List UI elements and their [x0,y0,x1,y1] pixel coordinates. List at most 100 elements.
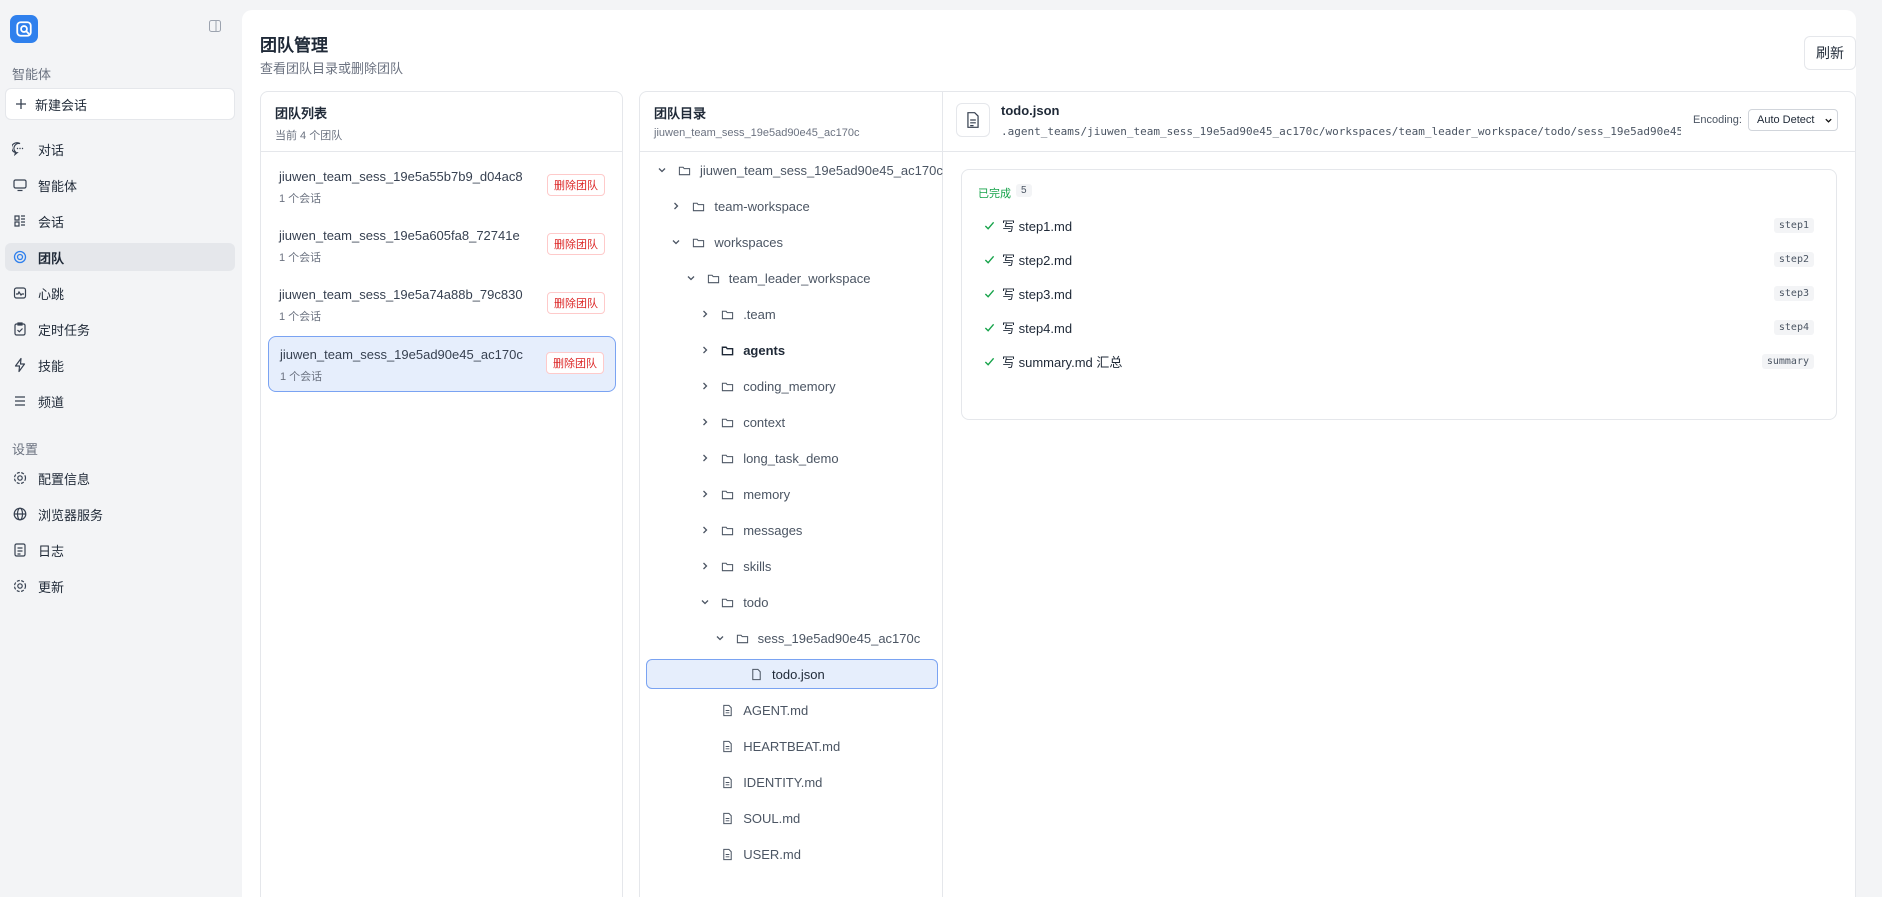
todo-item: 写 step4.md step4 [984,317,1814,337]
file-path: .agent_teams/jiuwen_team_sess_19e5ad90e4… [1001,125,1681,138]
tree-folder[interactable]: .team [646,299,938,329]
nav-item-update[interactable]: 更新 [5,572,235,600]
chevron-right-icon[interactable] [700,453,710,463]
tree-folder[interactable]: skills [646,551,938,581]
chevron-right-icon[interactable] [700,489,710,499]
nav-item-team[interactable]: 团队 [5,243,235,271]
nav-item-logs[interactable]: 日志 [5,536,235,564]
chevron-right-icon[interactable] [700,309,710,319]
folder-icon [678,166,691,175]
chevron-right-icon[interactable] [700,381,710,391]
team-item-selected[interactable]: jiuwen_team_sess_19e5ad90e45_ac170c 1 个会… [268,336,616,392]
tree-folder[interactable]: sess_19e5ad90e45_ac170c [646,623,938,653]
file-name: todo.json [1001,103,1060,118]
tree-label: workspaces [714,234,784,250]
nav-label: 心跳 [38,286,65,302]
tree-folder[interactable]: long_task_demo [646,443,938,473]
tree-file[interactable]: USER.md [646,839,938,869]
folder-icon [722,562,734,571]
tree-folder[interactable]: agents [646,335,938,365]
tree-folder[interactable]: coding_memory [646,371,938,401]
tree-folder[interactable]: workspaces [646,227,938,257]
tree-file[interactable]: SOUL.md [646,803,938,833]
tree-label: IDENTITY.md [743,774,823,790]
delete-team-button[interactable]: 删除团队 [547,292,605,314]
nav-item-channels[interactable]: 频道 [5,387,235,415]
chevron-right-icon[interactable] [700,417,710,427]
directory-title: 团队目录 [654,106,707,121]
nav-item-config[interactable]: 配置信息 [5,464,235,492]
tree-file[interactable]: IDENTITY.md [646,767,938,797]
check-icon [984,357,995,366]
tree-folder[interactable]: jiuwen_team_sess_19e5ad90e45_ac170c [646,155,943,185]
monitor-icon [13,179,27,192]
nav-item-heartbeat[interactable]: 心跳 [5,279,235,307]
delete-team-button[interactable]: 删除团队 [546,352,604,374]
lightning-icon [14,357,26,373]
directory-panel: 团队目录 jiuwen_team_sess_19e5ad90e45_ac170c… [639,91,1856,897]
chevron-down-icon[interactable] [686,273,696,283]
tree-file[interactable]: todo.json [646,659,938,689]
tree-folder[interactable]: messages [646,515,938,545]
nav-label: 团队 [38,250,65,266]
page-title: 团队管理 [260,36,328,55]
tree-label: AGENT.md [743,702,809,718]
chevron-right-icon[interactable] [671,201,681,211]
folder-icon [693,202,705,211]
nav-item-browser-service[interactable]: 浏览器服务 [5,500,235,528]
tree-file[interactable]: HEARTBEAT.md [646,731,938,761]
tree-file[interactable]: AGENT.md [646,695,938,725]
team-item[interactable]: jiuwen_team_sess_19e5a74a88b_79c830 1 个会… [268,277,616,333]
section-label-agents: 智能体 [12,67,52,82]
document-icon [967,112,979,128]
folder-icon [722,382,734,391]
todo-text: 写 step1.md [1002,218,1073,234]
chevron-right-icon[interactable] [700,345,710,355]
team-item[interactable]: jiuwen_team_sess_19e5a605fa8_72741e 1 个会… [268,218,616,274]
nav-item-chat[interactable]: 对话 [5,135,235,163]
folder-icon [722,454,734,463]
file-header: todo.json .agent_teams/jiuwen_team_sess_… [943,92,1855,152]
delete-team-button[interactable]: 删除团队 [547,233,605,255]
chevron-right-icon[interactable] [700,561,710,571]
gear-icon [13,579,27,593]
new-chat-button[interactable]: 新建会话 [5,88,235,120]
tree-folder[interactable]: team-workspace [646,191,938,221]
chevron-right-icon[interactable] [700,525,710,535]
logo-icon [16,21,32,37]
todo-item: 写 step3.md step3 [984,283,1814,303]
chevron-down-icon[interactable] [671,237,681,247]
tree-folder[interactable]: context [646,407,938,437]
nav-item-scheduled-tasks[interactable]: 定时任务 [5,315,235,343]
log-icon [14,543,26,557]
nav-label: 技能 [38,358,65,374]
encoding-select[interactable]: Auto Detect [1748,109,1838,131]
folder-icon [722,490,734,499]
todo-tag: step3 [1773,285,1814,301]
team-item[interactable]: jiuwen_team_sess_19e5a55b7b9_d04ac8 1 个会… [268,159,616,215]
clipboard-check-icon [14,322,26,336]
app-logo[interactable] [10,15,38,43]
sidebar-collapse-icon[interactable] [208,19,222,33]
nav-item-sessions[interactable]: 会话 [5,207,235,235]
chevron-down-icon[interactable] [657,165,667,175]
todo-text: 写 step4.md [1002,320,1073,336]
tree-folder[interactable]: todo [646,587,938,617]
refresh-button[interactable]: 刷新 [1804,36,1856,70]
main-content: 团队管理 查看团队目录或删除团队 刷新 团队列表 当前 4 个团队 jiuwen… [242,10,1856,897]
nav-item-skills[interactable]: 技能 [5,351,235,379]
delete-team-button[interactable]: 删除团队 [547,174,605,196]
tree-label: HEARTBEAT.md [743,738,841,754]
tree-folder[interactable]: team_leader_workspace [646,263,938,293]
todo-text: 写 step2.md [1002,252,1073,268]
todo-tag: summary [1761,353,1814,369]
chevron-down-icon[interactable] [700,597,710,607]
chevron-down-icon [1825,118,1832,123]
nav-item-agents[interactable]: 智能体 [5,171,235,199]
sidebar: 智能体 新建会话 对话 智能体 会话 团队 心跳 定时任务 技能 频道 设置 配… [0,0,242,897]
new-chat-label: 新建会话 [35,97,88,113]
chevron-down-icon[interactable] [715,633,725,643]
encoding-label: Encoding: [1693,114,1742,126]
tree-folder[interactable]: memory [646,479,938,509]
check-icon [984,255,995,264]
